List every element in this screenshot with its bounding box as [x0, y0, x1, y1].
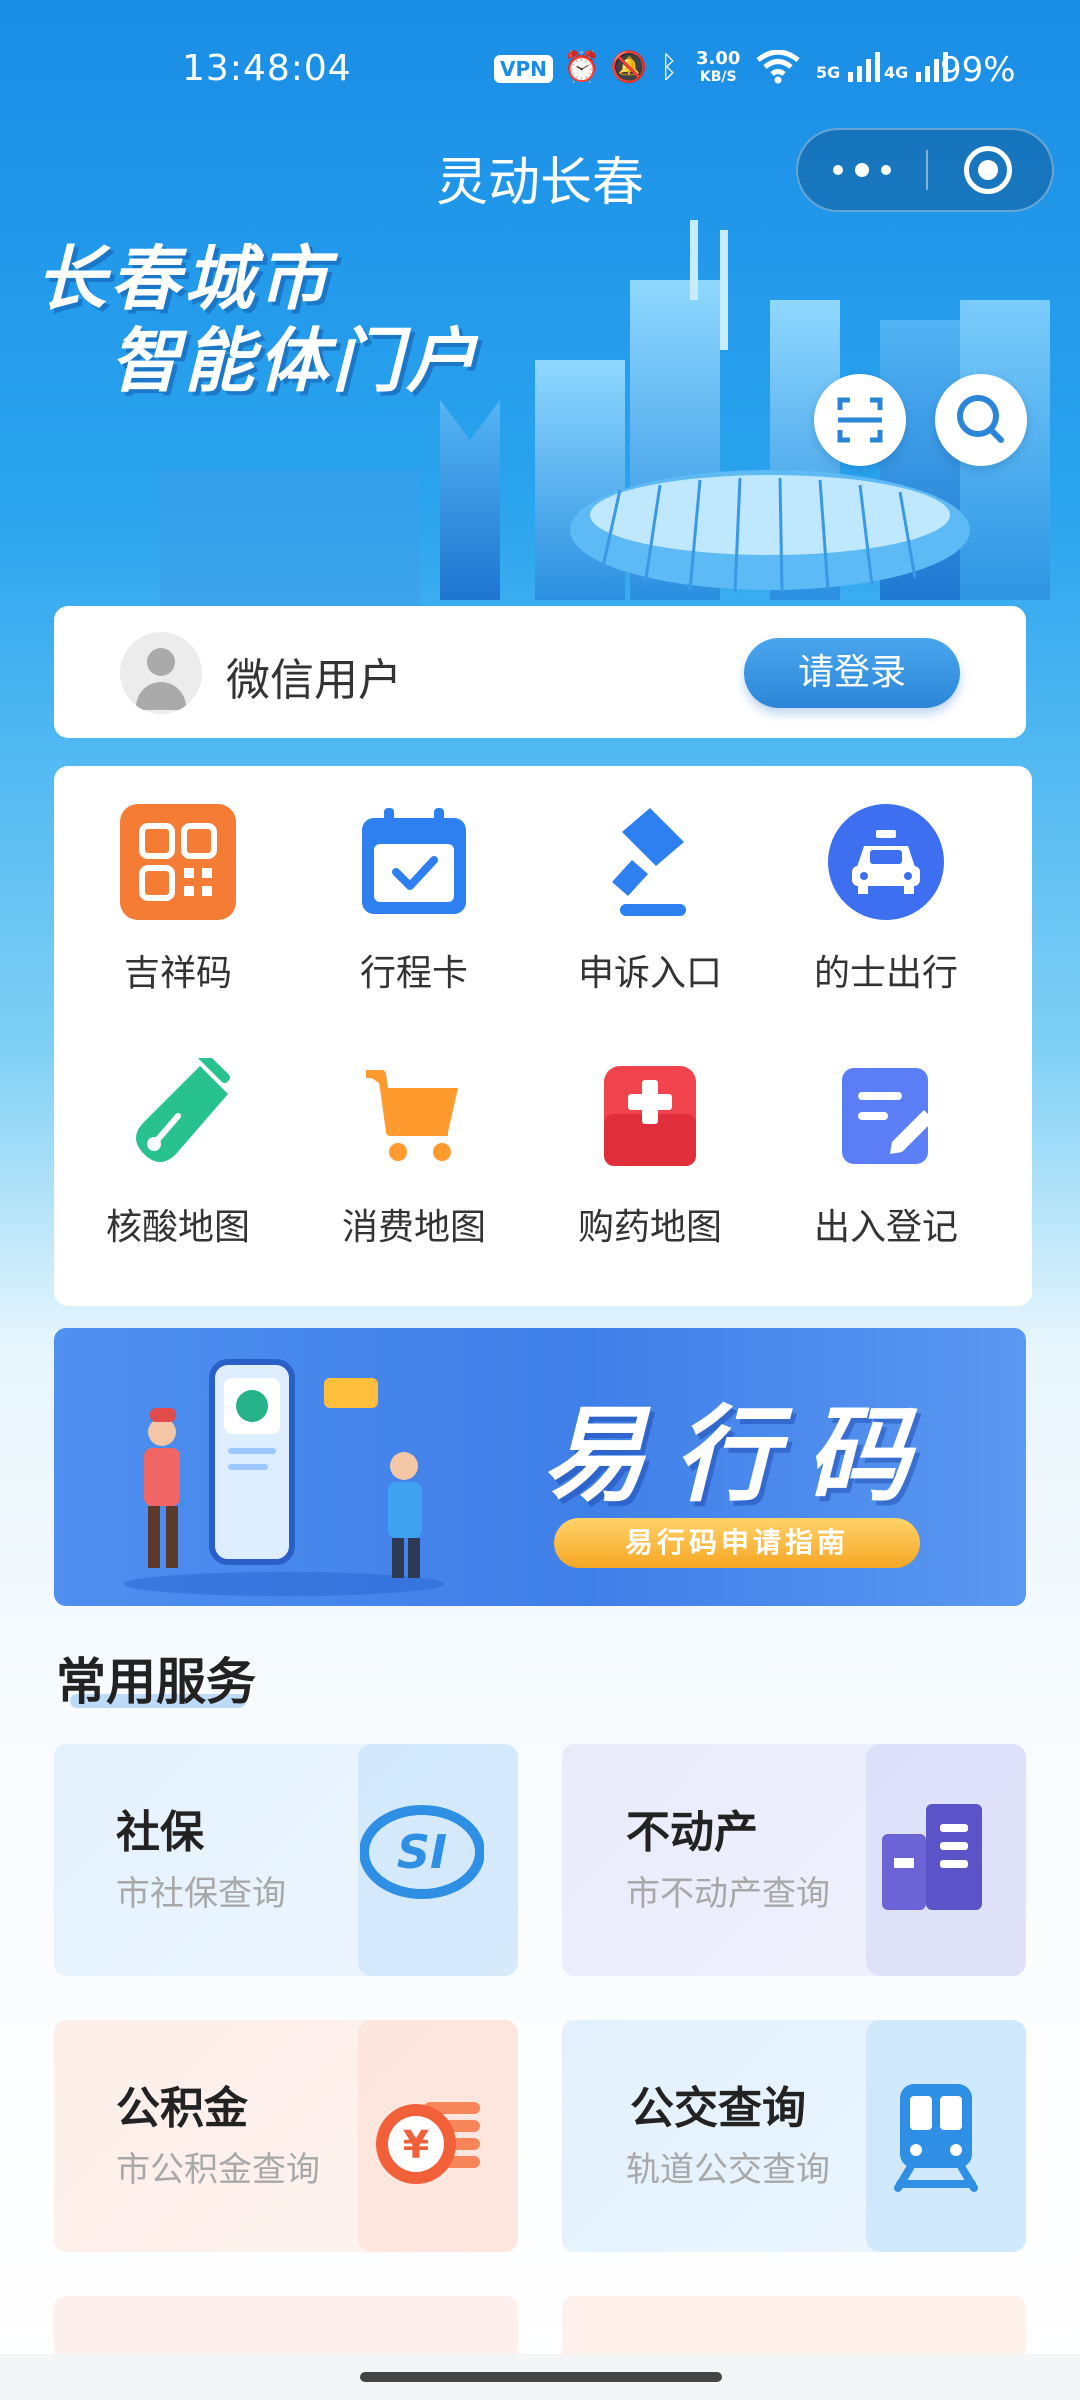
more-menu-button[interactable] [798, 130, 926, 210]
alarm-icon: ⏰ [563, 50, 601, 85]
net1-label: 5G [816, 63, 841, 82]
user-name: 微信用户 [226, 655, 402, 706]
service-card-real-estate[interactable]: 不动产 市不动产查询 [562, 1744, 1026, 1976]
banner-guide-button[interactable]: 易行码申请指南 [554, 1518, 920, 1568]
scan-icon [837, 397, 883, 443]
section-title-common-services: 常用服务 [56, 1653, 256, 1711]
grid-item-entry-registration[interactable]: 出入登记 [766, 1058, 1006, 1298]
train-icon [894, 2084, 978, 2192]
grid-item-label: 的士出行 [813, 953, 958, 994]
grid-item-label: 购药地图 [577, 1207, 722, 1248]
grid-item-label: 核酸地图 [105, 1207, 250, 1248]
vpn-badge: VPN [494, 55, 553, 83]
service-title: 公积金 [116, 2083, 248, 2134]
signal-5g: 5G [816, 52, 882, 82]
service-title: 公交查询 [630, 2083, 806, 2134]
user-card: 微信用户 请登录 [54, 606, 1026, 738]
dot-icon [833, 165, 843, 175]
service-subtitle: 轨道公交查询 [626, 2150, 830, 2190]
calendar-check-icon [362, 808, 466, 914]
grid-item-taxi[interactable]: 的士出行 [766, 804, 1006, 1044]
bluetooth-icon: ᛒ [660, 50, 678, 85]
coin-stack-icon: ¥ [376, 2102, 480, 2184]
search-button[interactable] [935, 374, 1027, 466]
service-card-housing-fund[interactable]: 公积金 市公积金查询 ¥ [54, 2020, 518, 2252]
capsule-divider [926, 150, 928, 190]
yixing-code-banner[interactable]: 易行码 易行码申请指南 [54, 1328, 1026, 1606]
grid-item-itinerary-card[interactable]: 行程卡 [294, 804, 534, 1044]
edit-form-icon [842, 1068, 934, 1164]
speed-unit: KB/S [699, 69, 737, 85]
grid-item-jixiang-code[interactable]: 吉祥码 [58, 804, 298, 1044]
grid-item-label: 吉祥码 [123, 953, 232, 994]
shopping-cart-icon [366, 1070, 458, 1161]
service-card-bus-query[interactable]: 公交查询 轨道公交查询 [562, 2020, 1026, 2252]
taxi-icon [828, 804, 944, 920]
close-miniprogram-button[interactable] [964, 146, 1012, 194]
mute-bell-icon: 🔕 [610, 50, 648, 85]
battery-level: 99% [940, 50, 1016, 90]
building-icon [882, 1804, 982, 1910]
dot-icon [881, 165, 891, 175]
dot-icon [855, 163, 869, 177]
speed-value: 3.00 [696, 48, 741, 69]
service-subtitle: 市不动产查询 [626, 1874, 830, 1914]
banner-illustration [124, 1359, 444, 1596]
gavel-icon [612, 808, 686, 916]
login-button[interactable]: 请登录 [744, 638, 960, 708]
svg-text:SI: SI [397, 1825, 447, 1879]
network-speed: 3.00 KB/S [696, 50, 740, 86]
grid-item-consumption-map[interactable]: 消费地图 [294, 1058, 534, 1298]
home-indicator[interactable] [360, 2372, 722, 2382]
grid-item-appeal[interactable]: 申诉入口 [530, 804, 770, 1044]
test-tube-icon [136, 1058, 231, 1162]
banner-title: 易行码 [542, 1394, 939, 1516]
scan-button[interactable] [814, 374, 906, 466]
qr-code-icon [120, 804, 236, 920]
grid-item-label: 消费地图 [341, 1207, 486, 1248]
service-title: 不动产 [626, 1807, 758, 1858]
status-bar: 13:48:04 VPN ⏰ 🔕 ᛒ 3.00 KB/S 5G 4G 99% [0, 0, 1080, 140]
service-card-partial[interactable] [562, 2296, 1026, 2354]
service-grid: 吉祥码 行程卡 申诉入口 的士出行 核酸地图 消费地图 购药地图 出入登记 [54, 766, 1032, 1306]
grid-item-medicine-map[interactable]: 购药地图 [530, 1058, 770, 1298]
medicine-box-icon [604, 1066, 696, 1166]
hero-title-line2: 智能体门户 [110, 320, 480, 402]
avatar[interactable] [120, 632, 202, 714]
wifi-icon [756, 49, 800, 92]
grid-item-nucleic-map[interactable]: 核酸地图 [58, 1058, 298, 1298]
hero-title-line1: 长春城市 [36, 238, 332, 320]
service-subtitle: 市公积金查询 [116, 2150, 320, 2190]
grid-item-label: 行程卡 [359, 953, 468, 994]
search-icon [957, 395, 1004, 443]
service-card-partial[interactable] [54, 2296, 518, 2354]
service-subtitle: 市社保查询 [116, 1874, 286, 1914]
service-card-social-security[interactable]: 社保 市社保查询 SI [54, 1744, 518, 1976]
net2-label: 4G [884, 63, 909, 82]
grid-item-label: 出入登记 [813, 1207, 958, 1248]
svg-text:¥: ¥ [403, 2123, 429, 2167]
grid-item-label: 申诉入口 [577, 953, 722, 994]
status-time: 13:48:04 [182, 48, 352, 89]
social-security-icon: SI [360, 1805, 484, 1899]
service-title: 社保 [116, 1807, 204, 1858]
